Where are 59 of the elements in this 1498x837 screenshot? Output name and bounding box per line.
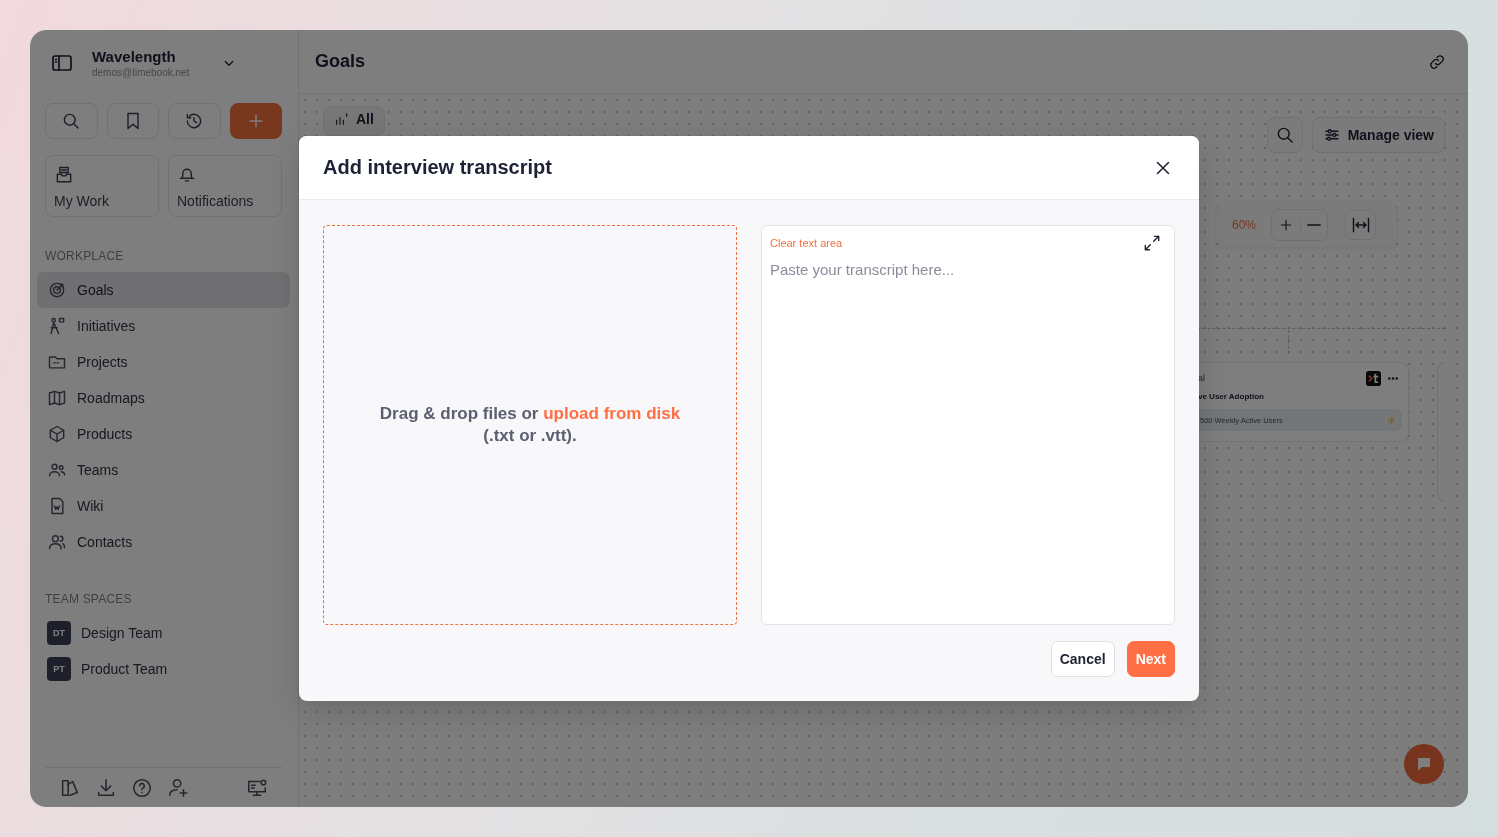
section-heading: TEAM SPACES [45,592,133,606]
fit-width-button[interactable] [1345,210,1377,240]
upload-link[interactable]: upload from disk [543,404,681,423]
sidebar-item[interactable]: PT Product Team [37,651,290,687]
zoom-level: 60% [1232,218,1257,232]
team-badge: DT [47,621,71,645]
logo-icon [1366,370,1381,386]
map-icon [47,388,67,408]
sidebar-item[interactable]: Wiki [37,488,290,524]
sidebar-item[interactable]: Products [37,416,290,452]
people-icon [47,460,67,480]
fit-width-icon [1350,215,1371,235]
section-heading: WORKPLACE [45,249,125,263]
sidebar-item[interactable]: DT Design Team [37,615,290,651]
workspace-email: demos@timebook.net [92,65,191,79]
workspace-name[interactable]: Wavelength [92,47,202,66]
add-user-icon[interactable] [167,777,189,799]
book-icon[interactable] [59,777,81,799]
next-button[interactable]: Next [1126,641,1175,677]
history-button[interactable] [168,103,221,139]
cancel-button[interactable]: Cancel [1050,641,1115,677]
link-icon[interactable] [1428,52,1446,71]
sidebar-item[interactable]: Goals [37,272,290,308]
sidebar-item[interactable]: Projects [37,344,290,380]
download-icon[interactable] [95,777,117,799]
minus-icon [1307,223,1322,227]
sidebar-item[interactable]: Initiatives [37,308,290,344]
chat-button[interactable] [1404,744,1444,784]
nav-tile[interactable]: Notifications [168,155,282,217]
manage-view-button[interactable]: Manage view [1311,117,1445,153]
status-icon [1385,413,1398,427]
filter-tab[interactable]: All [323,106,385,136]
chat-bubble-icon [1415,755,1433,773]
sidebar-item[interactable]: Roadmaps [37,380,290,416]
add-button[interactable] [229,103,282,139]
sidebar-item[interactable]: Contacts [37,524,290,560]
search-button[interactable] [45,103,98,139]
transcript-field[interactable]: Clear text area Paste your transcript here... [761,225,1175,625]
monitor-settings-icon[interactable] [246,777,268,799]
nav-tile[interactable]: My Work [45,155,159,217]
file-drop-zone[interactable]: Drag & drop files or upload from disk (.txt or .vtt). [323,225,737,625]
target-icon [47,280,67,300]
search-button[interactable] [1266,117,1303,153]
team-badge: PT [47,657,71,681]
more-icon[interactable] [1388,376,1398,380]
help-icon[interactable] [131,777,153,799]
page-title: Goals [315,51,366,72]
clear-link[interactable]: Clear text area [770,237,843,249]
search-icon [61,111,82,131]
inbox-icon [54,165,74,185]
modal-title: Add interview transcript [323,156,552,179]
cube-icon [47,424,67,444]
contacts-icon [47,532,67,552]
sliders-icon [1322,126,1341,144]
bookmark-button[interactable] [106,103,159,139]
chart-icon [334,111,350,127]
expand-icon[interactable] [1142,233,1162,253]
drop-instructions: Drag & drop files or upload from disk (.txt or .vtt). [378,403,682,447]
sidebar-item[interactable]: Teams [37,452,290,488]
